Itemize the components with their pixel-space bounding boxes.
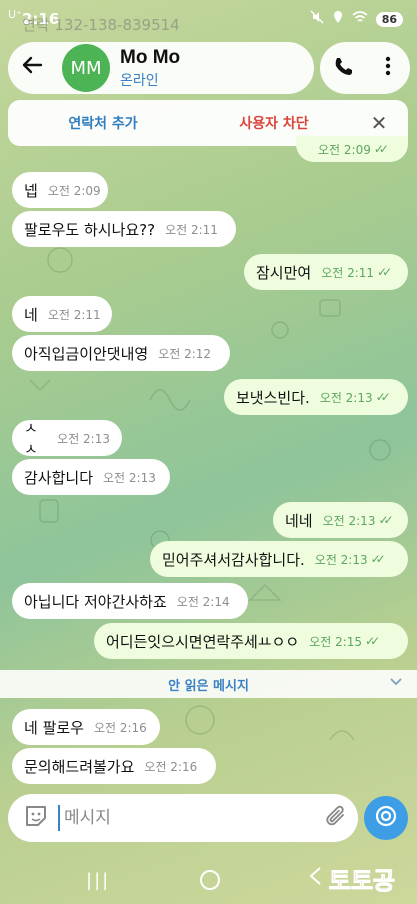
message-bubble[interactable]: 넵 오전 2:09 [12,172,108,208]
watermark-logo: 토토공 [328,867,395,896]
mute-icon [310,10,324,28]
message-text: ㅅㅅ [24,419,38,458]
message-bubble[interactable]: 네 팔로우 오전 2:16 [12,709,160,745]
message-time: 오전 2:11 [47,307,101,322]
message-bubble[interactable]: 문의해드려볼가요 오전 2:16 [12,748,216,784]
camera-icon [374,804,398,832]
arrow-left-icon [21,54,43,82]
message-time: 오전 2:13 [103,470,156,485]
nav-back-button[interactable] [308,866,322,890]
message-bubble[interactable]: 네 오전 2:11 [12,296,112,332]
message-time: 오전 2:15 [309,634,363,649]
unread-label: 안 읽은 메시지 [168,678,249,694]
message-text: 어디든잇으시면연락주세ㅛㅇㅇ [106,632,300,651]
contact-name: Mo Mo [120,46,181,68]
double-check-icon: ✓✓ [375,390,391,404]
paperclip-icon [325,804,347,833]
message-time: 오전 2:11 [165,222,218,237]
block-user-button[interactable]: 사용자 차단 [198,113,350,133]
double-check-icon: ✓✓ [378,513,393,527]
home-button[interactable] [200,870,220,890]
message-bubble[interactable]: 보냇스빈다. 오전 2:13 ✓✓ [224,379,408,415]
message-bubble[interactable]: 오전 2:09 ✓✓ [296,136,408,162]
double-check-icon: ✓✓ [365,634,380,648]
message-text: 네 [24,305,38,324]
message-time: 오전 2:14 [176,594,230,609]
phone-icon [333,56,353,81]
message-text: 넵 [24,181,38,200]
message-input[interactable] [58,805,314,831]
message-text: 믿어주셔서감사합니다. [162,550,305,569]
message-time: 오전 2:12 [158,346,212,361]
message-text: 아직입금이안댓내영 [24,344,149,363]
recent-apps-button[interactable]: ||| [86,870,110,891]
message-time: 오전 2:16 [144,759,198,774]
header-actions [320,42,410,94]
double-check-icon: ✓✓ [370,552,386,566]
attach-button[interactable] [314,796,358,840]
message-bubble[interactable]: 팔로우도 하시나요?? 오전 2:11 [12,211,236,247]
close-icon: ✕ [370,111,388,135]
contact-status: 온라인 [120,72,159,89]
message-text: 보냇스빈다. [236,388,310,407]
message-time: 오전 2:11 [321,265,375,280]
unread-messages-divider: 안 읽은 메시지 [0,670,417,698]
message-bubble[interactable]: 아직입금이안댓내영 오전 2:12 [12,335,230,371]
message-text: 아닙니다 저야간사하죠 [24,592,167,611]
message-time: 오전 2:13 [57,431,110,446]
sticker-button[interactable] [14,796,58,840]
call-button[interactable] [326,51,360,85]
message-bubble[interactable]: 믿어주셔서감사합니다. 오전 2:13 ✓✓ [150,541,408,577]
message-bubble[interactable]: 아닙니다 저야간사하죠 오전 2:14 [12,583,248,619]
message-time: 오전 2:13 [314,552,368,567]
close-action-bar-button[interactable]: ✕ [350,111,408,135]
message-text: 팔로우도 하시나요?? [24,220,156,239]
more-options-button[interactable] [371,51,405,85]
double-check-icon: ✓✓ [373,142,389,156]
kebab-menu-icon [385,56,391,81]
message-bubble[interactable]: ㅅㅅ 오전 2:13 [12,419,122,458]
message-time: 오전 2:16 [93,720,147,735]
double-check-icon: ✓✓ [377,265,392,279]
wifi-icon [352,10,368,28]
message-text: 감사합니다 [24,468,94,487]
back-button[interactable] [8,44,56,92]
system-nav-bar: ||| 토토공 [0,856,417,904]
message-time: 오전 2:09 [318,142,371,157]
carrier-label: U⁺ [8,8,22,21]
message-time: 오전 2:09 [47,183,101,198]
sticker-icon [23,803,49,833]
chevron-down-icon[interactable] [389,674,403,692]
message-time: 오전 2:13 [319,390,373,405]
message-text: 네네 [285,511,313,530]
message-text: 문의해드려볼가요 [24,757,135,776]
message-composer [8,794,358,842]
add-contact-button[interactable]: 연락처 추가 [8,113,198,133]
message-text: 잠시만여 [256,263,312,282]
location-icon [332,10,344,28]
scrolled-message-ghost: 연락 132-138-839514 [22,16,180,34]
message-bubble[interactable]: 어디든잇으시면연락주세ㅛㅇㅇ 오전 2:15 ✓✓ [94,623,408,659]
message-bubble[interactable]: 네네 오전 2:13 ✓✓ [273,502,408,538]
camera-button[interactable] [364,796,408,840]
message-bubble[interactable]: 감사합니다 오전 2:13 [12,459,170,495]
message-text: 네 팔로우 [24,718,84,737]
avatar[interactable]: MM [62,44,110,92]
message-bubble[interactable]: 잠시만여 오전 2:11 ✓✓ [244,254,408,290]
chat-header[interactable]: MM Mo Mo 온라인 [8,42,314,94]
message-time: 오전 2:13 [322,513,376,528]
battery-indicator: 86 [375,11,403,27]
contact-info[interactable]: Mo Mo 온라인 [120,47,180,90]
